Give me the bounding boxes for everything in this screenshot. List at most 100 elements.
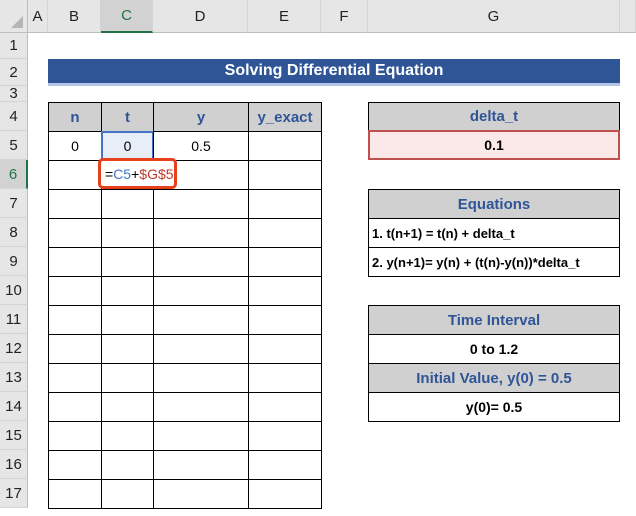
time-interval-cell[interactable]: 0 to 1.2 [368, 334, 620, 364]
table-cell[interactable] [48, 334, 102, 364]
table-cell[interactable] [153, 247, 249, 277]
row-header-9[interactable]: 9 [0, 247, 28, 276]
formula-callout[interactable]: = C5 + $G$5 [98, 158, 177, 189]
selected-cell-c5[interactable]: 0 [101, 131, 154, 161]
row-header-12[interactable]: 12 [0, 334, 28, 363]
table-cell-value: 0 [123, 138, 132, 154]
table-cell[interactable] [248, 421, 322, 451]
row-header-1[interactable]: 1 [0, 33, 28, 59]
table-cell[interactable] [48, 189, 102, 219]
table-header-label: y [196, 108, 206, 126]
initial-value-cell[interactable]: y(0)= 0.5 [368, 392, 620, 422]
table-cell[interactable] [248, 247, 322, 277]
row-header-7[interactable]: 7 [0, 189, 28, 218]
column-header-c[interactable]: C [101, 0, 153, 33]
table-header-label: n [70, 108, 80, 126]
table-cell[interactable] [153, 334, 249, 364]
table-cell[interactable] [153, 363, 249, 393]
table-cell[interactable] [248, 131, 322, 161]
equation-2-cell[interactable]: 2. y(n+1)= y(n) + (t(n)-y(n))*delta_t [368, 247, 620, 277]
table-cell[interactable] [101, 276, 154, 306]
table-cell[interactable] [101, 450, 154, 480]
table-cell[interactable] [153, 421, 249, 451]
row-header-4[interactable]: 4 [0, 102, 28, 131]
table-header-cell[interactable]: n [48, 102, 102, 132]
table-cell[interactable] [248, 479, 322, 509]
table-cell[interactable] [153, 305, 249, 335]
table-cell[interactable] [101, 189, 154, 219]
delta-t-header: delta_t [368, 102, 620, 131]
table-cell[interactable] [153, 450, 249, 480]
table-cell[interactable] [48, 479, 102, 509]
table-cell[interactable] [48, 247, 102, 277]
table-cell[interactable] [153, 189, 249, 219]
table-cell-value: 0 [71, 138, 79, 154]
row-header-10[interactable]: 10 [0, 276, 28, 305]
column-header-d[interactable]: D [153, 0, 248, 33]
table-cell[interactable] [153, 218, 249, 248]
table-cell[interactable]: 0.5 [153, 131, 249, 161]
table-cell[interactable] [48, 392, 102, 422]
equation-1-cell[interactable]: 1. t(n+1) = t(n) + delta_t [368, 218, 620, 248]
table-cell[interactable] [248, 305, 322, 335]
row-header-3[interactable]: 3 [0, 86, 28, 102]
row-header-17[interactable]: 17 [0, 479, 28, 508]
table-header-cell[interactable]: t [101, 102, 154, 132]
table-cell[interactable] [48, 276, 102, 306]
table-cell[interactable] [48, 160, 102, 190]
row-header-8[interactable]: 8 [0, 218, 28, 247]
table-header-label: t [125, 108, 130, 126]
column-header-a[interactable]: A [28, 0, 48, 33]
table-cell[interactable] [248, 218, 322, 248]
table-cell[interactable] [101, 363, 154, 393]
table-header-cell[interactable]: y_exact [248, 102, 322, 132]
equation-1: 1. t(n+1) = t(n) + delta_t [372, 225, 515, 241]
table-cell[interactable] [101, 247, 154, 277]
table-cell[interactable] [101, 479, 154, 509]
table-cell[interactable] [248, 276, 322, 306]
delta-t-label: delta_t [469, 108, 519, 125]
time-interval-header: Time Interval [368, 305, 620, 335]
column-header-g[interactable]: G [368, 0, 620, 33]
table-cell[interactable] [48, 305, 102, 335]
table-cell[interactable] [48, 421, 102, 451]
table-cell[interactable] [248, 189, 322, 219]
column-header-h[interactable] [620, 0, 636, 33]
table-cell[interactable] [101, 218, 154, 248]
row-header-16[interactable]: 16 [0, 450, 28, 479]
table-cell[interactable] [248, 392, 322, 422]
table-cell[interactable] [101, 305, 154, 335]
row-header-11[interactable]: 11 [0, 305, 28, 334]
column-header-f[interactable]: F [321, 0, 368, 33]
row-header-13[interactable]: 13 [0, 363, 28, 392]
table-cell[interactable] [153, 392, 249, 422]
select-all-corner[interactable] [0, 0, 28, 33]
table-cell[interactable] [153, 479, 249, 509]
table-cell[interactable] [153, 276, 249, 306]
row-header-2[interactable]: 2 [0, 59, 28, 86]
table-cell[interactable] [101, 421, 154, 451]
table-cell[interactable] [248, 363, 322, 393]
initial-value-label: Initial Value, y(0) = 0.5 [416, 369, 572, 387]
formula-eq: = [105, 165, 114, 182]
row-header-14[interactable]: 14 [0, 392, 28, 421]
table-header-label: y_exact [257, 108, 313, 126]
table-cell[interactable]: 0 [48, 131, 102, 161]
formula-ref-c5: C5 [113, 165, 132, 182]
table-cell[interactable] [48, 218, 102, 248]
row-header-5[interactable]: 5 [0, 131, 28, 160]
table-cell[interactable] [48, 363, 102, 393]
table-header-cell[interactable]: y [153, 102, 249, 132]
table-cell[interactable] [48, 450, 102, 480]
table-cell[interactable] [248, 160, 322, 190]
row-header-15[interactable]: 15 [0, 421, 28, 450]
table-cell[interactable] [101, 392, 154, 422]
delta-t-value-cell[interactable]: 0.1 [368, 130, 620, 160]
table-cell[interactable] [101, 334, 154, 364]
delta-t-value: 0.1 [484, 137, 504, 153]
row-header-6[interactable]: 6 [0, 160, 28, 189]
column-header-e[interactable]: E [248, 0, 321, 33]
table-cell[interactable] [248, 334, 322, 364]
column-header-b[interactable]: B [48, 0, 101, 33]
table-cell[interactable] [248, 450, 322, 480]
